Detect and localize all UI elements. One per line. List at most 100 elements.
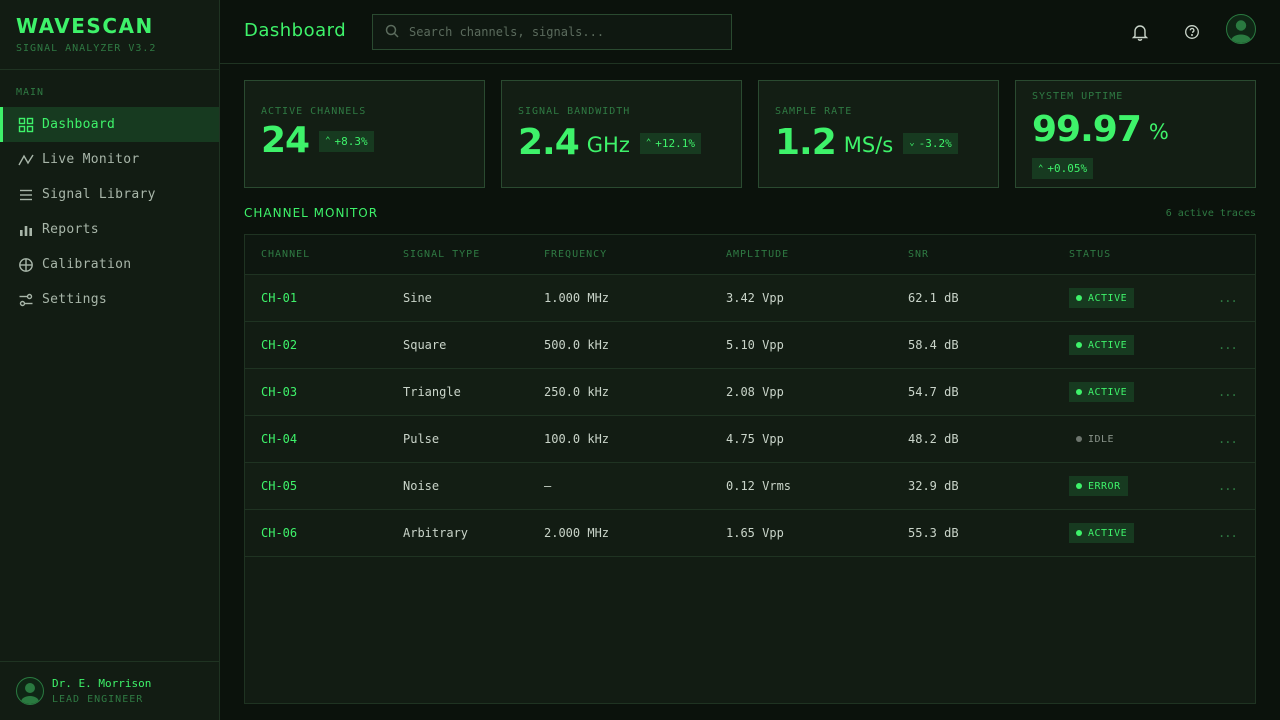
column-header[interactable]: FREQUENCY: [544, 249, 607, 260]
stat-card-active-channels: ACTIVE CHANNELS 24 ⌃ +8.3%: [244, 80, 485, 188]
row-actions-button[interactable]: ...: [1218, 338, 1238, 352]
column-header[interactable]: SNR: [908, 249, 929, 260]
delta-value: +0.05%: [1047, 162, 1088, 175]
row-actions-button[interactable]: ...: [1218, 526, 1238, 540]
status-badge: ACTIVE: [1069, 382, 1135, 402]
amplitude-value: 4.75 Vpp: [726, 432, 784, 446]
status-badge: IDLE: [1069, 429, 1121, 449]
table-header: CHANNEL SIGNAL TYPE FREQUENCY AMPLITUDE …: [245, 235, 1255, 275]
list-icon: [18, 187, 34, 203]
snr-value: 54.7 dB: [908, 385, 959, 399]
table-row[interactable]: CH-05 Noise — 0.12 Vrms 32.9 dB ERROR...: [245, 463, 1255, 510]
signal-type: Noise: [403, 479, 440, 493]
header-avatar[interactable]: [1226, 14, 1256, 44]
sidebar-item-reports[interactable]: Reports: [0, 212, 219, 247]
arrow-up-icon: ⌃: [1038, 163, 1044, 174]
stat-label: SAMPLE RATE: [775, 106, 853, 117]
status-dot-icon: [1076, 483, 1082, 489]
table-row[interactable]: CH-02 Square 500.0 kHz 5.10 Vpp 58.4 dB ACTIV…: [245, 322, 1255, 369]
sidebar-item-label: Settings: [42, 292, 108, 307]
delta-badge: ⌄ -3.2%: [903, 132, 958, 154]
frequency-value: 250.0 kHz: [544, 385, 610, 399]
pulse-icon: [18, 152, 34, 168]
table-row[interactable]: CH-06 Arbitrary 2.000 MHz 1.65 Vpp 55.3 dB AC…: [245, 510, 1255, 557]
active-traces-count: 6 active traces: [1165, 208, 1256, 219]
amplitude-value: 1.65 Vpp: [726, 526, 784, 540]
stat-value: 99.97: [1032, 109, 1142, 150]
section-title: CHANNEL MONITOR: [244, 206, 379, 220]
table-row[interactable]: CH-01 Sine 1.000 MHz 3.42 Vpp 62.1 dB ACTIVE.…: [245, 275, 1255, 322]
delta-badge: ⌃ +8.3%: [319, 130, 374, 152]
grid-icon: [18, 117, 34, 133]
table-row[interactable]: CH-03 Triangle 250.0 kHz 2.08 Vpp 54.7 dB ACT…: [245, 369, 1255, 416]
stat-value: 1.2: [775, 122, 837, 163]
stat-label: SYSTEM UPTIME: [1032, 91, 1124, 102]
user-role: LEAD ENGINEER: [52, 694, 144, 705]
status-dot-icon: [1076, 295, 1082, 301]
status-label: ACTIVE: [1088, 527, 1128, 539]
app-version: SIGNAL ANALYZER V3.2: [16, 43, 157, 54]
row-actions-button[interactable]: ...: [1218, 291, 1238, 305]
page-title: Dashboard: [244, 20, 347, 41]
column-header[interactable]: CHANNEL: [261, 249, 310, 260]
stat-unit: MS/s: [843, 133, 894, 157]
stat-value: 2.4: [518, 122, 580, 163]
status-label: ACTIVE: [1088, 339, 1128, 351]
top-bar: Dashboard: [220, 0, 1280, 64]
sidebar-item-dashboard[interactable]: Dashboard: [0, 107, 219, 142]
signal-type: Pulse: [403, 432, 440, 446]
search-box[interactable]: [372, 14, 732, 50]
column-header[interactable]: STATUS: [1069, 249, 1111, 260]
status-dot-icon: [1076, 389, 1082, 395]
channel-id: CH-02: [261, 338, 298, 352]
status-badge: ERROR: [1069, 476, 1128, 496]
arrow-down-icon: ⌄: [909, 138, 915, 148]
user-name: Dr. E. Morrison: [52, 677, 152, 690]
bell-icon[interactable]: [1130, 22, 1150, 42]
signal-type: Sine: [403, 291, 432, 305]
channel-id: CH-03: [261, 385, 298, 399]
sidebar-item-calibration[interactable]: Calibration: [0, 247, 219, 282]
snr-value: 58.4 dB: [908, 338, 959, 352]
user-profile[interactable]: Dr. E. Morrison LEAD ENGINEER: [0, 661, 219, 720]
channel-table: CHANNEL SIGNAL TYPE FREQUENCY AMPLITUDE …: [244, 234, 1256, 704]
table-row[interactable]: CH-04 Pulse 100.0 kHz 4.75 Vpp 48.2 dB IDLE..…: [245, 416, 1255, 463]
delta-value: +8.3%: [334, 134, 368, 148]
snr-value: 55.3 dB: [908, 526, 959, 540]
arrow-up-icon: ⌃: [645, 138, 652, 148]
column-header[interactable]: SIGNAL TYPE: [403, 249, 480, 260]
row-actions-button[interactable]: ...: [1218, 385, 1238, 399]
channel-id: CH-01: [261, 291, 298, 305]
status-dot-icon: [1076, 436, 1082, 442]
column-header[interactable]: AMPLITUDE: [726, 249, 789, 260]
status-badge: ACTIVE: [1069, 523, 1135, 543]
search-input[interactable]: [409, 25, 709, 39]
stat-card-signal-bandwidth: SIGNAL BANDWIDTH 2.4 GHz ⌃ +12.1%: [501, 80, 742, 188]
row-actions-button[interactable]: ...: [1218, 432, 1238, 446]
frequency-value: 2.000 MHz: [544, 526, 610, 540]
signal-type: Arbitrary: [403, 526, 469, 540]
status-label: ERROR: [1088, 480, 1121, 492]
sidebar-item-settings[interactable]: Settings: [0, 282, 219, 317]
sidebar-item-label: Live Monitor: [42, 152, 140, 167]
sidebar-nav: Dashboard Live Monitor Signal Library Re…: [0, 107, 219, 317]
sidebar-item-label: Reports: [42, 222, 99, 237]
stat-label: SIGNAL BANDWIDTH: [518, 106, 631, 117]
sidebar-item-live-monitor[interactable]: Live Monitor: [0, 142, 219, 177]
bar-chart-icon: [18, 222, 34, 238]
help-icon[interactable]: [1182, 22, 1202, 42]
amplitude-value: 3.42 Vpp: [726, 291, 784, 305]
channel-id: CH-04: [261, 432, 298, 446]
sidebar-item-signal-library[interactable]: Signal Library: [0, 177, 219, 212]
frequency-value: —: [544, 479, 552, 493]
snr-value: 62.1 dB: [908, 291, 959, 305]
sidebar: WAVESCAN SIGNAL ANALYZER V3.2 MAIN Dashb…: [0, 0, 220, 720]
stat-card-system-uptime: SYSTEM UPTIME 99.97 % ⌃ +0.05%: [1015, 80, 1256, 188]
row-actions-button[interactable]: ...: [1218, 479, 1238, 493]
sidebar-item-label: Signal Library: [42, 187, 156, 202]
channel-id: CH-05: [261, 479, 298, 493]
status-badge: ACTIVE: [1069, 335, 1135, 355]
app-name: WAVESCAN: [16, 14, 154, 38]
stat-card-sample-rate: SAMPLE RATE 1.2 MS/s ⌄ -3.2%: [758, 80, 999, 188]
arrow-up-icon: ⌃: [325, 136, 331, 146]
